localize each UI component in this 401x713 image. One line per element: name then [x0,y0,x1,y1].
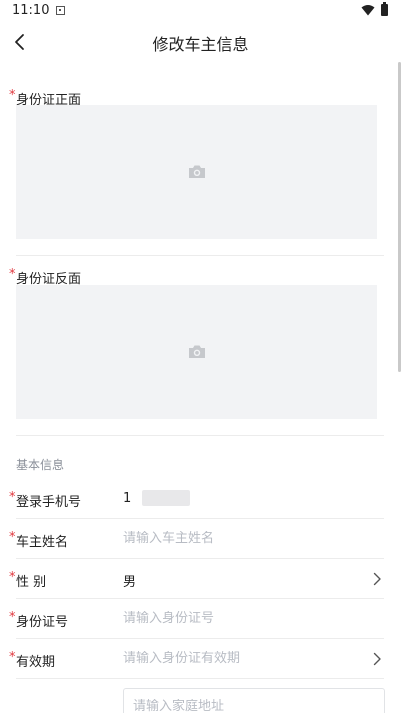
divider [16,435,384,436]
form-row-owner-name: * 车主姓名 [0,519,401,559]
gender-value: 男 [123,575,137,590]
chevron-right-icon [373,652,381,666]
page-title: 修改车主信息 [152,35,249,54]
form-row-phone: * 登录手机号 1 [0,479,401,519]
required-mark: * [9,490,16,505]
required-mark: * [9,88,16,103]
section-title-basic-info: 基本信息 [16,458,65,472]
required-mark: * [9,267,16,282]
id-number-label: 身份证号 [16,615,69,630]
form-row-gender[interactable]: * 性 别 男 [0,559,401,599]
phone-value: 1 [123,491,132,506]
status-bar: 11:10 [0,0,401,24]
battery-icon [381,2,388,16]
required-mark: * [9,570,16,585]
form-row-id-number: * 身份证号 [0,599,401,639]
camera-icon [189,165,205,178]
id-front-upload[interactable] [16,105,377,239]
id-back-upload[interactable] [16,285,377,419]
required-mark: * [9,610,16,625]
wifi-icon [361,5,375,16]
owner-name-label: 车主姓名 [16,535,69,550]
validity-input[interactable] [123,651,363,666]
nav-bar: 修改车主信息 [0,24,401,60]
qr-notification-icon [56,6,65,15]
address-input[interactable] [133,699,373,713]
status-time: 11:10 [12,3,50,18]
owner-name-input[interactable] [123,531,363,546]
address-field[interactable] [123,688,385,713]
phone-label: 登录手机号 [16,495,82,510]
camera-icon [189,345,205,358]
required-mark: * [9,650,16,665]
validity-label: 有效期 [16,655,56,670]
id-number-input[interactable] [123,611,363,626]
row-divider [16,678,384,679]
phone-redacted [142,490,190,506]
divider [16,255,384,256]
gender-label: 性 别 [16,575,47,590]
chevron-right-icon [373,572,381,586]
required-mark: * [9,530,16,545]
form-row-validity[interactable]: * 有效期 [0,639,401,679]
